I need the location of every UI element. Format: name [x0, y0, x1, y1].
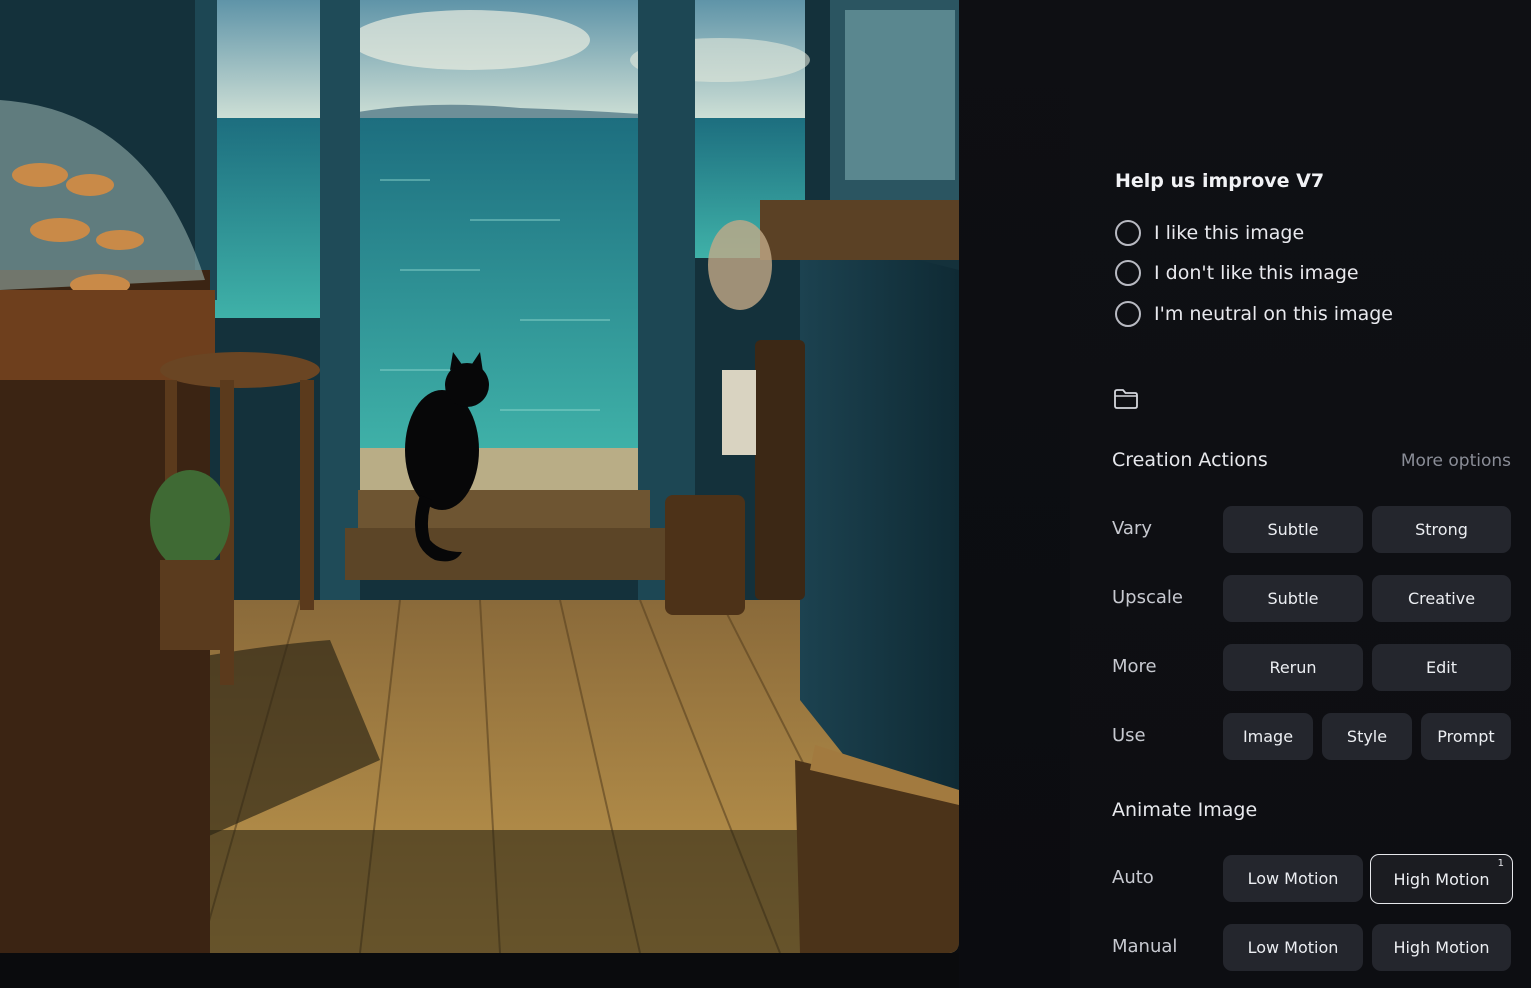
- use-style-button[interactable]: Style: [1322, 713, 1412, 760]
- feedback-option-label: I don't like this image: [1154, 262, 1359, 284]
- feedback-option-neutral[interactable]: I'm neutral on this image: [1115, 299, 1393, 329]
- row-label-vary: Vary: [1112, 518, 1152, 539]
- feedback-title: Help us improve V7: [1115, 170, 1325, 192]
- app-root: Help us improve V7 I like this image I d…: [0, 0, 1531, 988]
- feedback-option-label: I like this image: [1154, 222, 1305, 244]
- auto-high-motion-button[interactable]: High Motion 1: [1370, 854, 1513, 904]
- upscale-creative-button[interactable]: Creative: [1372, 575, 1511, 622]
- gutter: [959, 0, 1070, 988]
- radio-circle-icon[interactable]: [1115, 260, 1141, 286]
- bottom-strip: [0, 953, 1070, 988]
- row-label-manual: Manual: [1112, 936, 1178, 957]
- row-label-use: Use: [1112, 725, 1146, 746]
- row-label-auto: Auto: [1112, 867, 1154, 888]
- row-label-upscale: Upscale: [1112, 587, 1183, 608]
- manual-high-motion-button[interactable]: High Motion: [1372, 924, 1511, 971]
- use-image-button[interactable]: Image: [1223, 713, 1313, 760]
- folder-icon[interactable]: [1113, 388, 1139, 410]
- row-label-more: More: [1112, 656, 1157, 677]
- animate-image-title: Animate Image: [1112, 799, 1258, 821]
- side-panel: [1070, 0, 1531, 988]
- feedback-option-dislike[interactable]: I don't like this image: [1115, 258, 1359, 288]
- button-label: High Motion: [1393, 869, 1490, 889]
- vary-strong-button[interactable]: Strong: [1372, 506, 1511, 553]
- count-badge: 1: [1497, 858, 1504, 869]
- auto-low-motion-button[interactable]: Low Motion: [1223, 855, 1363, 902]
- feedback-option-like[interactable]: I like this image: [1115, 218, 1304, 248]
- creation-actions-title: Creation Actions: [1112, 449, 1268, 471]
- edit-button[interactable]: Edit: [1372, 644, 1511, 691]
- image-illustration: [0, 0, 959, 953]
- radio-circle-icon[interactable]: [1115, 301, 1141, 327]
- feedback-option-label: I'm neutral on this image: [1154, 303, 1393, 325]
- vary-subtle-button[interactable]: Subtle: [1223, 506, 1363, 553]
- manual-low-motion-button[interactable]: Low Motion: [1223, 924, 1363, 971]
- rerun-button[interactable]: Rerun: [1223, 644, 1363, 691]
- use-prompt-button[interactable]: Prompt: [1421, 713, 1511, 760]
- upscale-subtle-button[interactable]: Subtle: [1223, 575, 1363, 622]
- generated-image[interactable]: [0, 0, 959, 953]
- more-options-link[interactable]: More options: [1401, 451, 1511, 471]
- radio-circle-icon[interactable]: [1115, 220, 1141, 246]
